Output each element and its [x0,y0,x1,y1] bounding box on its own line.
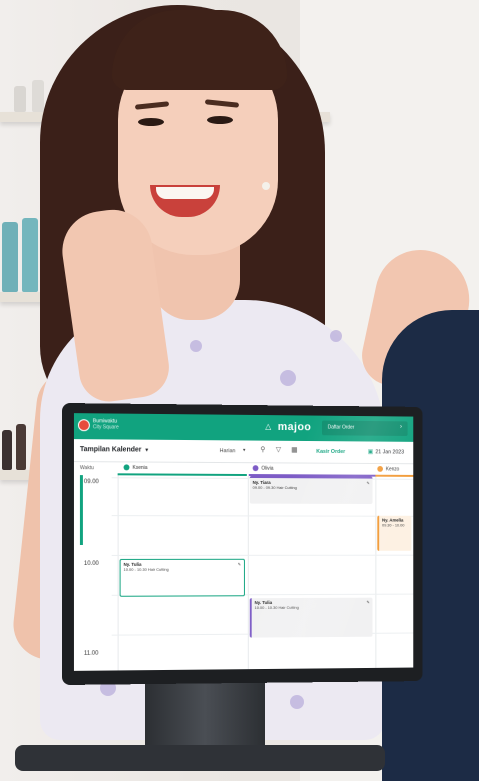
column-divider [117,475,119,671]
staff-name: Ksenia [132,464,148,471]
time-column-header: Waktu [79,465,94,472]
photo-scene: Bumiwaktu City Square △ majoo Daftar Ord… [0,0,479,781]
product-bottle [2,222,18,292]
staff-avatar [377,465,383,472]
date-picker[interactable]: 21 Jan 2023 [375,449,404,455]
order-list-button[interactable]: Daftar Order › [321,420,408,436]
current-time-indicator [79,475,83,545]
time-slot-label: 11.00 [83,650,99,657]
staff-column-kenzo[interactable]: Kenzo [377,465,400,473]
monitor-screen: Bumiwaktu City Square △ majoo Daftar Ord… [73,413,414,671]
teeth [156,187,214,199]
staff-name: Kenzo [385,466,400,473]
view-title[interactable]: Tampilan Kalender [80,446,141,454]
appointment-card[interactable]: Ny. Tulia 10.00 - 10.30 Hair Cutting ✎ [249,597,373,638]
outlet-subtitle: City Square [92,424,119,431]
app-topbar: Bumiwaktu City Square △ majoo Daftar Ord… [73,413,414,442]
filter-icon[interactable]: ▽ [276,447,281,455]
monitor: Bumiwaktu City Square △ majoo Daftar Ord… [62,403,423,685]
appointment-time: 10.00 - 10.30 [254,604,278,610]
edit-icon[interactable]: ✎ [238,562,241,567]
outlet-selector[interactable]: Bumiwaktu City Square [93,418,119,430]
search-icon[interactable]: ⚲ [260,447,265,455]
earring [262,182,270,190]
calendar-icon[interactable]: ▣ [368,448,373,455]
outlet-logo-icon [77,419,90,432]
product-bottle [16,424,26,470]
flower-print [280,370,296,386]
flower-print [290,695,304,709]
chevron-down-icon[interactable]: ▾ [243,447,245,453]
column-divider [375,476,377,668]
column-divider [247,475,249,670]
time-slot-label: 10.00 [83,560,99,567]
edit-icon[interactable]: ✎ [367,481,370,486]
staff-name: Olivia [261,465,274,472]
hour-line [111,554,414,556]
cashier-order-link[interactable]: Kasir Order [316,449,345,455]
product-bottle [2,430,12,470]
product-bottle [22,218,38,292]
edit-icon[interactable]: ✎ [367,600,370,605]
appointment-card[interactable]: Ny. Tiara 09.00 - 09.30 Hair Cutting ✎ [249,476,373,504]
product-bottle [32,80,44,112]
staff-avatar [252,465,259,472]
appointment-time: 10.00 - 10.30 [123,566,147,572]
appointment-service: Hair Cutting [147,566,169,572]
bell-icon[interactable]: △ [265,422,271,431]
staff-avatar [123,464,130,471]
grid-icon[interactable]: ▦ [291,447,297,455]
flower-print [330,330,342,342]
appointment-service: Hair Cutting [278,604,299,610]
order-list-label: Daftar Order [327,424,355,431]
calendar-grid[interactable]: 09.00 10.00 11.00 Ny. Tiara 09.00 - 09.3… [74,475,414,671]
caret-down-icon[interactable]: ▾ [145,447,148,454]
staff-column-olivia[interactable]: Olivia [252,465,274,472]
brand-logo: majoo [277,421,312,434]
staff-column-ksenia[interactable]: Ksenia [123,464,148,471]
eye [138,118,164,126]
appointment-card[interactable]: Ny. Tulia 10.00 - 10.30 Hair Cutting ✎ [119,558,245,597]
hour-line [111,515,414,517]
eye [207,116,233,124]
appointment-time: 09.00 - 09.30 [252,484,276,490]
monitor-stand [145,680,265,755]
appointment-service: Hair Cutting [276,485,297,491]
product-bottle [14,86,26,112]
appointment-card[interactable]: Ny. Amelia 09.30 - 10.00 [377,515,412,551]
time-slot-label: 09.00 [83,479,99,486]
appointment-time: 09.30 - 10.00 [382,522,405,528]
view-mode-select[interactable]: Harian [220,448,236,454]
flower-print [190,340,202,352]
monitor-base [15,745,385,771]
chevron-right-icon: › [400,424,402,431]
